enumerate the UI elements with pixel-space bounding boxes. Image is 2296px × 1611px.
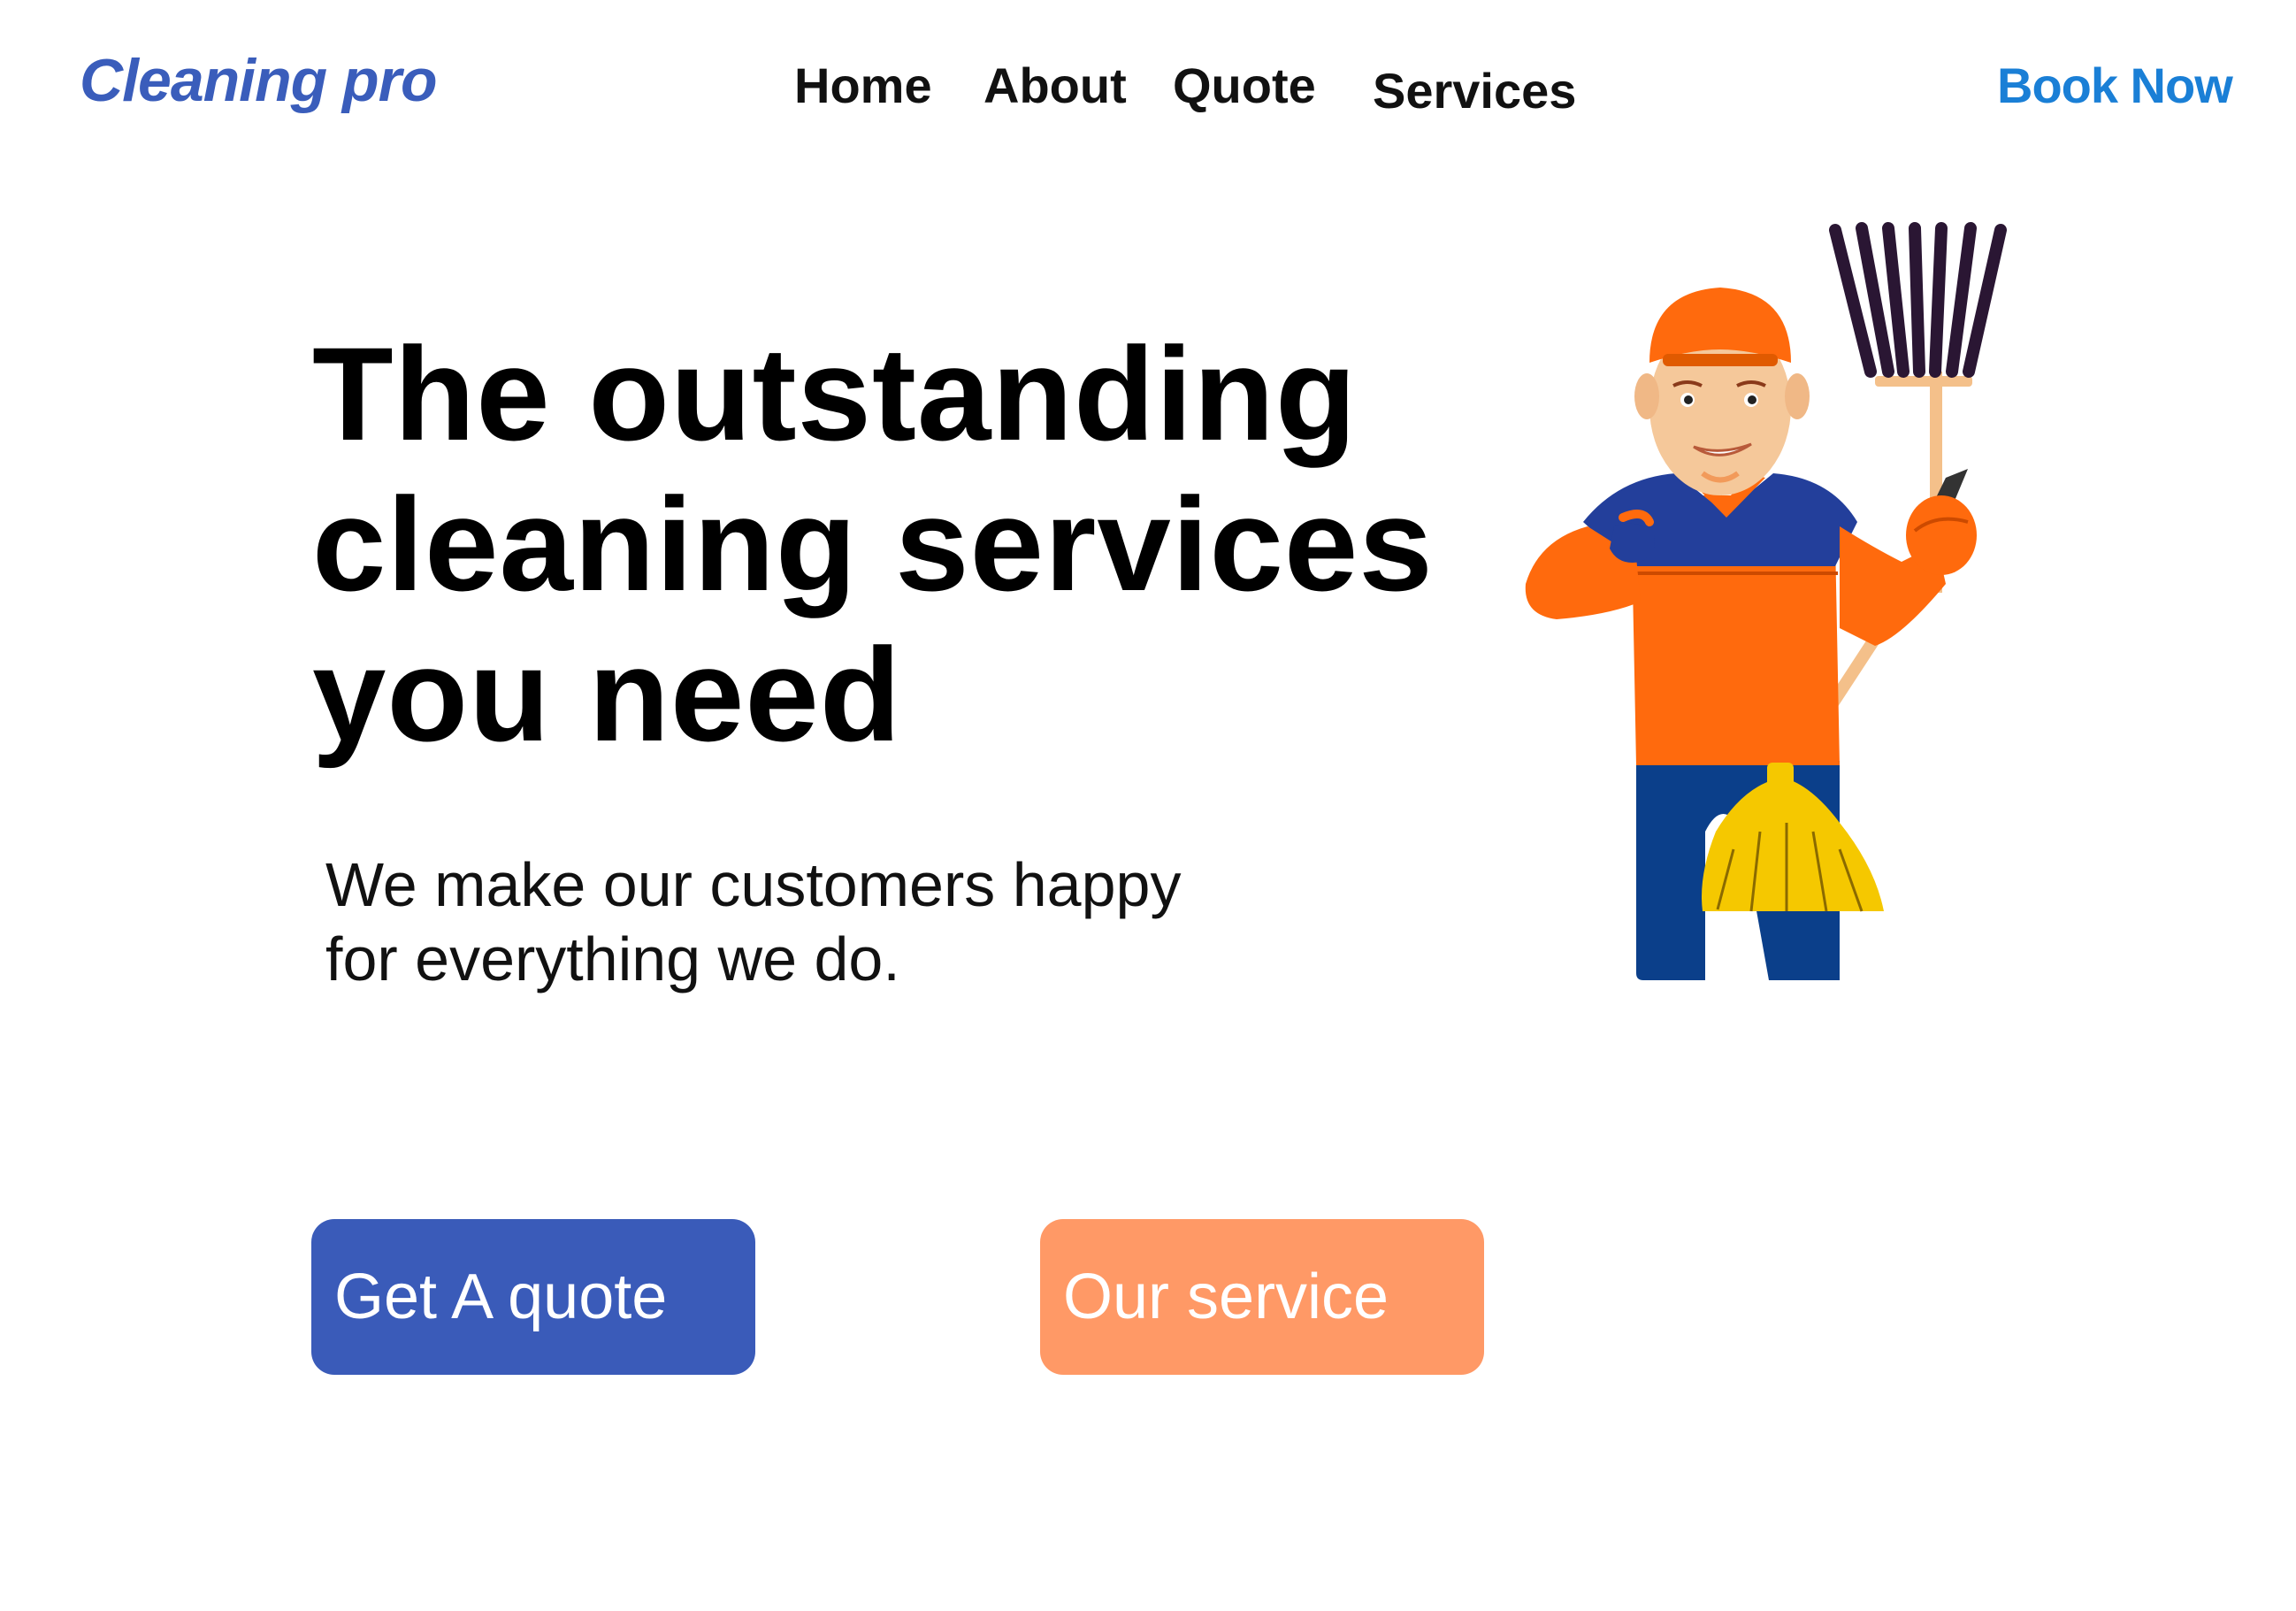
- get-a-quote-button[interactable]: Get A quote: [311, 1219, 755, 1375]
- hero-subtitle-line: for everything we do.: [325, 924, 900, 993]
- book-now-link[interactable]: Book Now: [1997, 57, 2233, 114]
- nav-quote-link[interactable]: Quote: [1173, 57, 1316, 114]
- hero-title: The outstanding cleaning services you ne…: [312, 318, 1462, 770]
- hero-title-line: cleaning services: [312, 470, 1434, 618]
- main-nav: Home About Quote Services: [0, 55, 2296, 126]
- hero-title-line: you need: [312, 620, 902, 769]
- hero-subtitle: We make our customers happy for everythi…: [325, 848, 1298, 996]
- hero-title-line: The outstanding: [312, 319, 1358, 468]
- nav-home-link[interactable]: Home: [794, 57, 932, 114]
- cleaner-with-broom-and-rake-illustration: [1525, 222, 2007, 980]
- hero-subtitle-line: We make our customers happy: [325, 850, 1182, 919]
- nav-about-link[interactable]: About: [983, 57, 1127, 114]
- our-service-button[interactable]: Our service: [1040, 1219, 1484, 1375]
- nav-services-link[interactable]: Services: [1373, 62, 1576, 119]
